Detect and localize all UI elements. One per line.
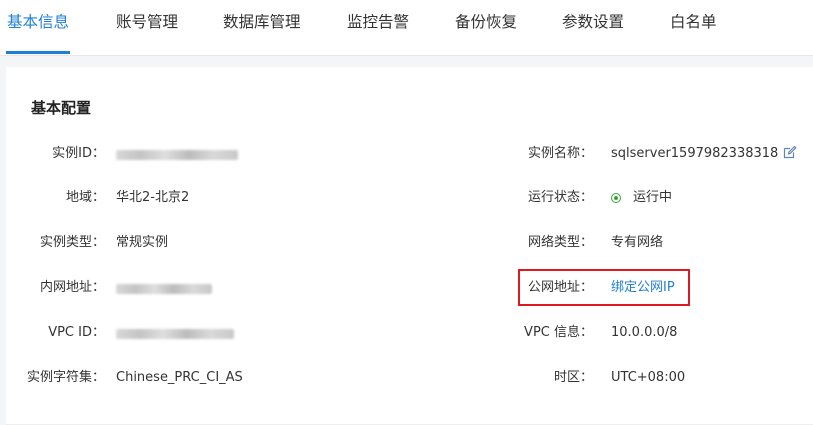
instance-id-label: 实例ID： <box>52 146 105 161</box>
vpc-id-value-redacted <box>116 329 234 339</box>
vpc-info-value: 10.0.0.0/8 <box>611 325 678 340</box>
tab-parameter-settings[interactable]: 参数设置 <box>562 11 624 33</box>
status-value: 运行中 <box>633 190 673 205</box>
network-type-label: 网络类型： <box>527 235 593 250</box>
private-ip-value-redacted <box>116 284 212 294</box>
charset-value: Chinese_PRC_CI_AS <box>116 370 243 385</box>
region-label: 地域： <box>65 190 105 205</box>
timezone-value: UTC+08:00 <box>611 370 686 385</box>
network-type-value: 专有网络 <box>611 235 664 250</box>
tab-backup-restore[interactable]: 备份恢复 <box>455 11 517 33</box>
charset-label: 实例字符集： <box>26 370 105 385</box>
vpc-info-label: VPC 信息： <box>524 325 593 340</box>
basic-config-panel: 基本配置 实例ID： 地域： 华北2-北京2 实例类型： 常规实例 内网地址： … <box>6 67 813 425</box>
private-ip-label: 内网地址： <box>39 280 105 295</box>
status-running-icon <box>611 193 621 203</box>
tab-monitoring-alerts[interactable]: 监控告警 <box>347 11 409 33</box>
vpc-id-label: VPC ID： <box>48 325 105 340</box>
tab-basic-info[interactable]: 基本信息 <box>7 11 69 33</box>
instance-name-label: 实例名称： <box>527 146 593 161</box>
tab-account-management[interactable]: 账号管理 <box>116 11 178 33</box>
edit-icon[interactable] <box>783 145 797 159</box>
region-value: 华北2-北京2 <box>116 190 190 205</box>
instance-type-label: 实例类型： <box>39 235 105 250</box>
instance-id-value-redacted <box>116 150 238 160</box>
instance-type-value: 常规实例 <box>116 235 169 250</box>
tab-bar: 基本信息 账号管理 数据库管理 监控告警 备份恢复 参数设置 白名单 <box>0 0 813 56</box>
timezone-label: 时区： <box>553 370 593 385</box>
status-label: 运行状态： <box>527 190 593 205</box>
section-title: 基本配置 <box>31 99 92 117</box>
instance-name-value: sqlserver1597982338318 <box>611 146 779 161</box>
tab-whitelist[interactable]: 白名单 <box>670 11 717 33</box>
active-tab-indicator <box>6 51 70 54</box>
public-ip-highlight-box <box>518 269 690 306</box>
tab-database-management[interactable]: 数据库管理 <box>223 11 301 33</box>
